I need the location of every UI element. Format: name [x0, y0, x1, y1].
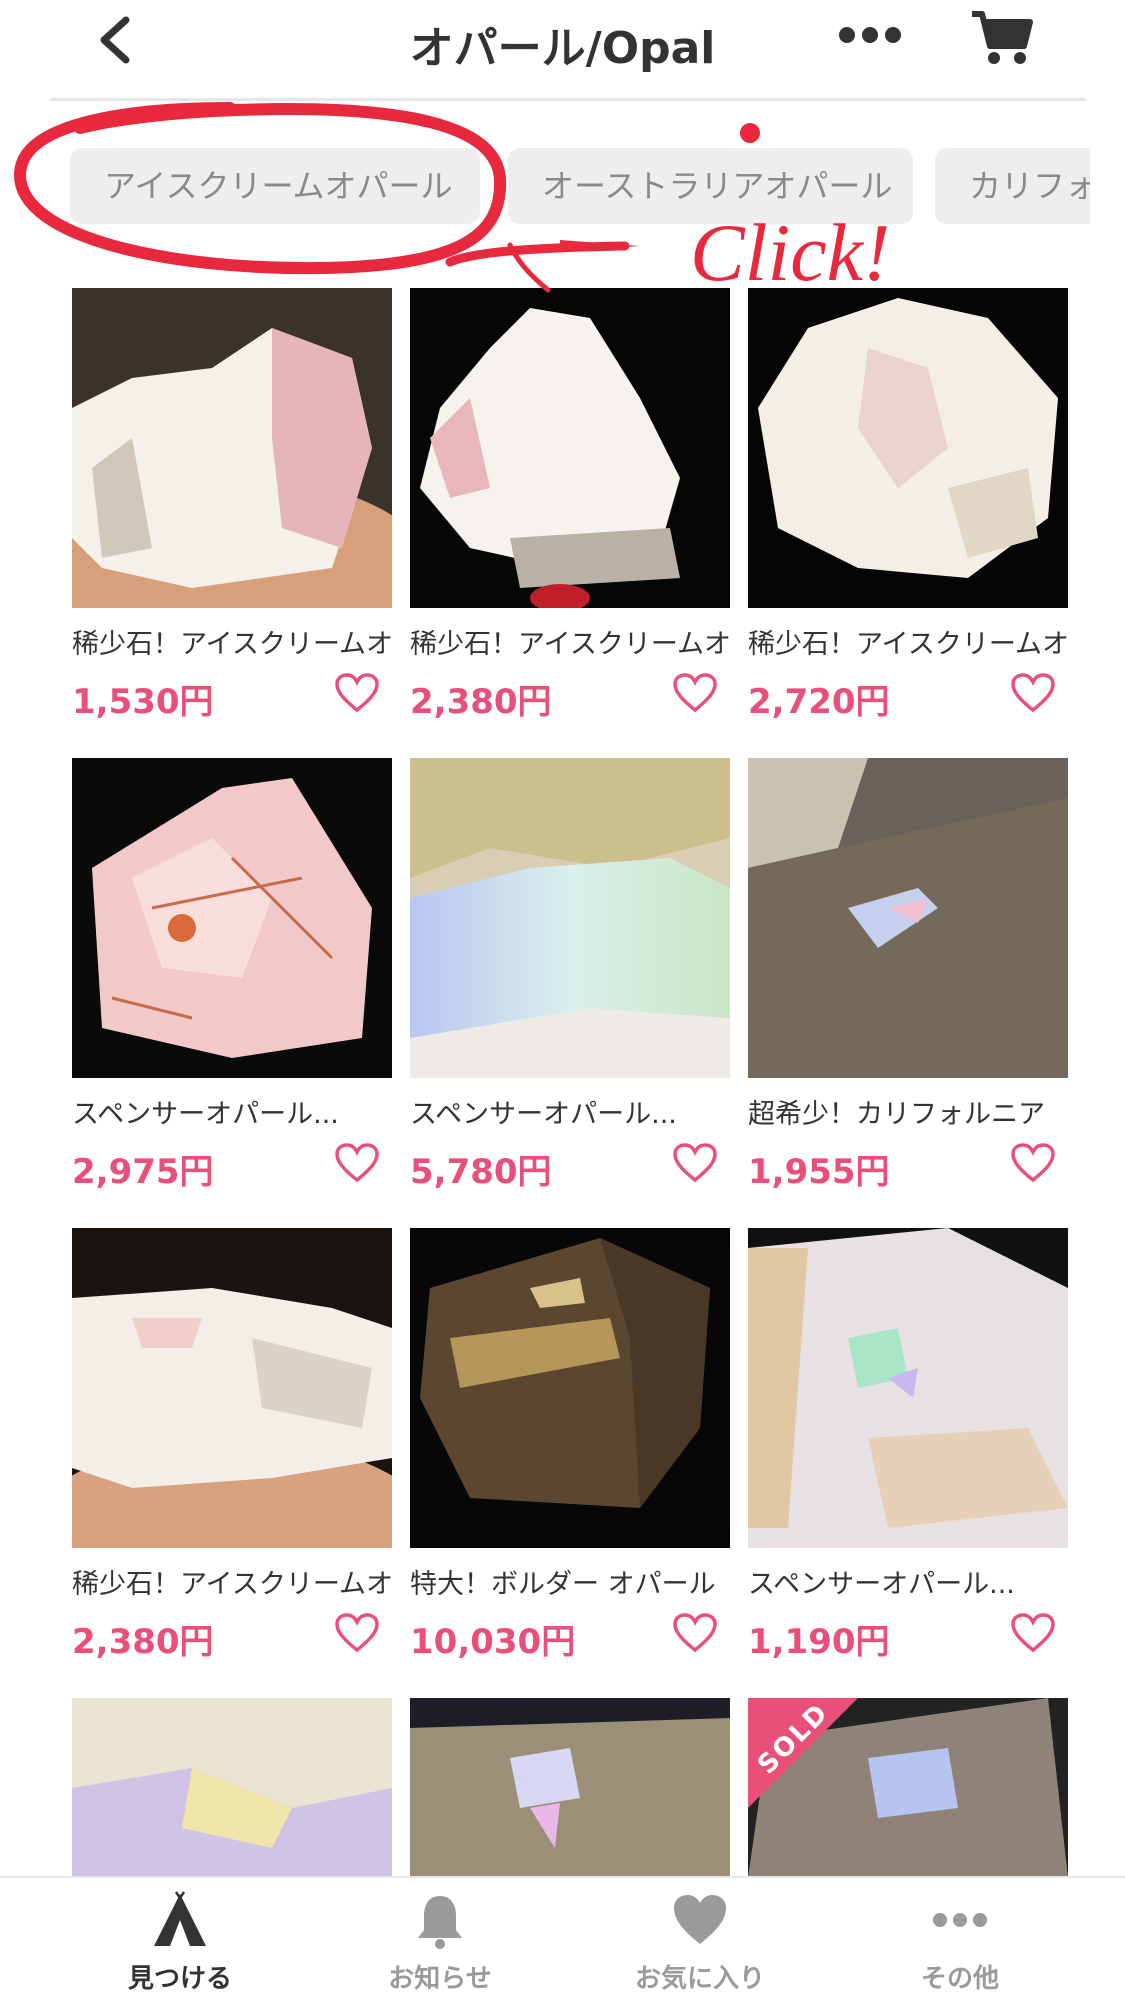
bottom-tab-bar: 見つける お知らせ お気に入り その他 — [0, 1876, 1125, 2000]
more-dots-icon — [933, 1913, 987, 1927]
product-title: 超希少！カリフォルニア — [748, 1099, 1045, 1130]
tab-label: その他 — [920, 1964, 999, 1994]
product-price: 5,780円 — [410, 1152, 552, 1192]
heart-outline-icon — [335, 1143, 379, 1183]
product-price: 1,190円 — [748, 1622, 890, 1662]
product-price: 2,720円 — [748, 682, 890, 722]
heart-outline-icon — [335, 673, 379, 713]
product-image[interactable] — [72, 1698, 392, 1878]
heart-outline-icon — [1011, 1613, 1055, 1653]
heart-outline-icon — [335, 1613, 379, 1653]
favorite-button[interactable] — [1010, 1142, 1056, 1184]
favorite-button[interactable] — [672, 672, 718, 714]
product-image[interactable] — [748, 758, 1068, 1078]
product-title: 特大！ボルダー オパール — [410, 1569, 716, 1600]
product-image[interactable] — [72, 758, 392, 1078]
product-image[interactable] — [410, 1698, 730, 1878]
favorite-button[interactable] — [334, 1142, 380, 1184]
product-price: 2,380円 — [72, 1622, 214, 1662]
tab-label: お知らせ — [388, 1964, 492, 1994]
heart-outline-icon — [1011, 1143, 1055, 1183]
product-title: スペンサーオパール... — [410, 1099, 677, 1130]
favorite-button[interactable] — [1010, 672, 1056, 714]
product-grid: 稀少石！アイスクリームオパール 1,530円 稀少石！アイスクリームオパール 2… — [0, 0, 1125, 1878]
product-image[interactable] — [72, 288, 392, 608]
favorite-button[interactable] — [334, 672, 380, 714]
heart-outline-icon — [673, 673, 717, 713]
product-title: 稀少石！アイスクリームオパール — [72, 629, 392, 660]
tent-icon — [154, 1891, 206, 1946]
favorite-button[interactable] — [334, 1612, 380, 1654]
heart-icon — [674, 1895, 726, 1944]
heart-outline-icon — [673, 1143, 717, 1183]
product-title: 稀少石！アイスクリームオパール — [748, 629, 1068, 660]
product-title: スペンサーオパール... — [748, 1569, 1015, 1600]
heart-outline-icon — [1011, 673, 1055, 713]
product-price: 1,955円 — [748, 1152, 890, 1192]
product-image[interactable] — [410, 758, 730, 1078]
product-price: 10,030円 — [410, 1622, 576, 1662]
tab-notifications[interactable]: お知らせ — [310, 1878, 570, 2000]
tab-discover[interactable]: 見つける — [50, 1878, 310, 2000]
product-title: スペンサーオパール... — [72, 1099, 339, 1130]
product-price: 2,975円 — [72, 1152, 214, 1192]
product-title: 稀少石！アイスクリームオパール — [410, 629, 730, 660]
favorite-button[interactable] — [1010, 1612, 1056, 1654]
product-title: 稀少石！アイスクリームオパール — [72, 1569, 392, 1600]
tab-favorites[interactable]: お気に入り — [570, 1878, 830, 2000]
favorite-button[interactable] — [672, 1612, 718, 1654]
tab-label: お気に入り — [634, 1964, 765, 1994]
product-image[interactable] — [410, 1228, 730, 1548]
tab-label: 見つける — [127, 1964, 232, 1994]
product-price: 1,530円 — [72, 682, 214, 722]
product-image[interactable] — [748, 1228, 1068, 1548]
product-image[interactable] — [748, 288, 1068, 608]
favorite-button[interactable] — [672, 1142, 718, 1184]
heart-outline-icon — [673, 1613, 717, 1653]
tab-more[interactable]: その他 — [830, 1878, 1090, 2000]
product-image[interactable] — [410, 288, 730, 608]
product-image[interactable] — [72, 1228, 392, 1548]
product-price: 2,380円 — [410, 682, 552, 722]
bell-icon — [418, 1896, 462, 1949]
